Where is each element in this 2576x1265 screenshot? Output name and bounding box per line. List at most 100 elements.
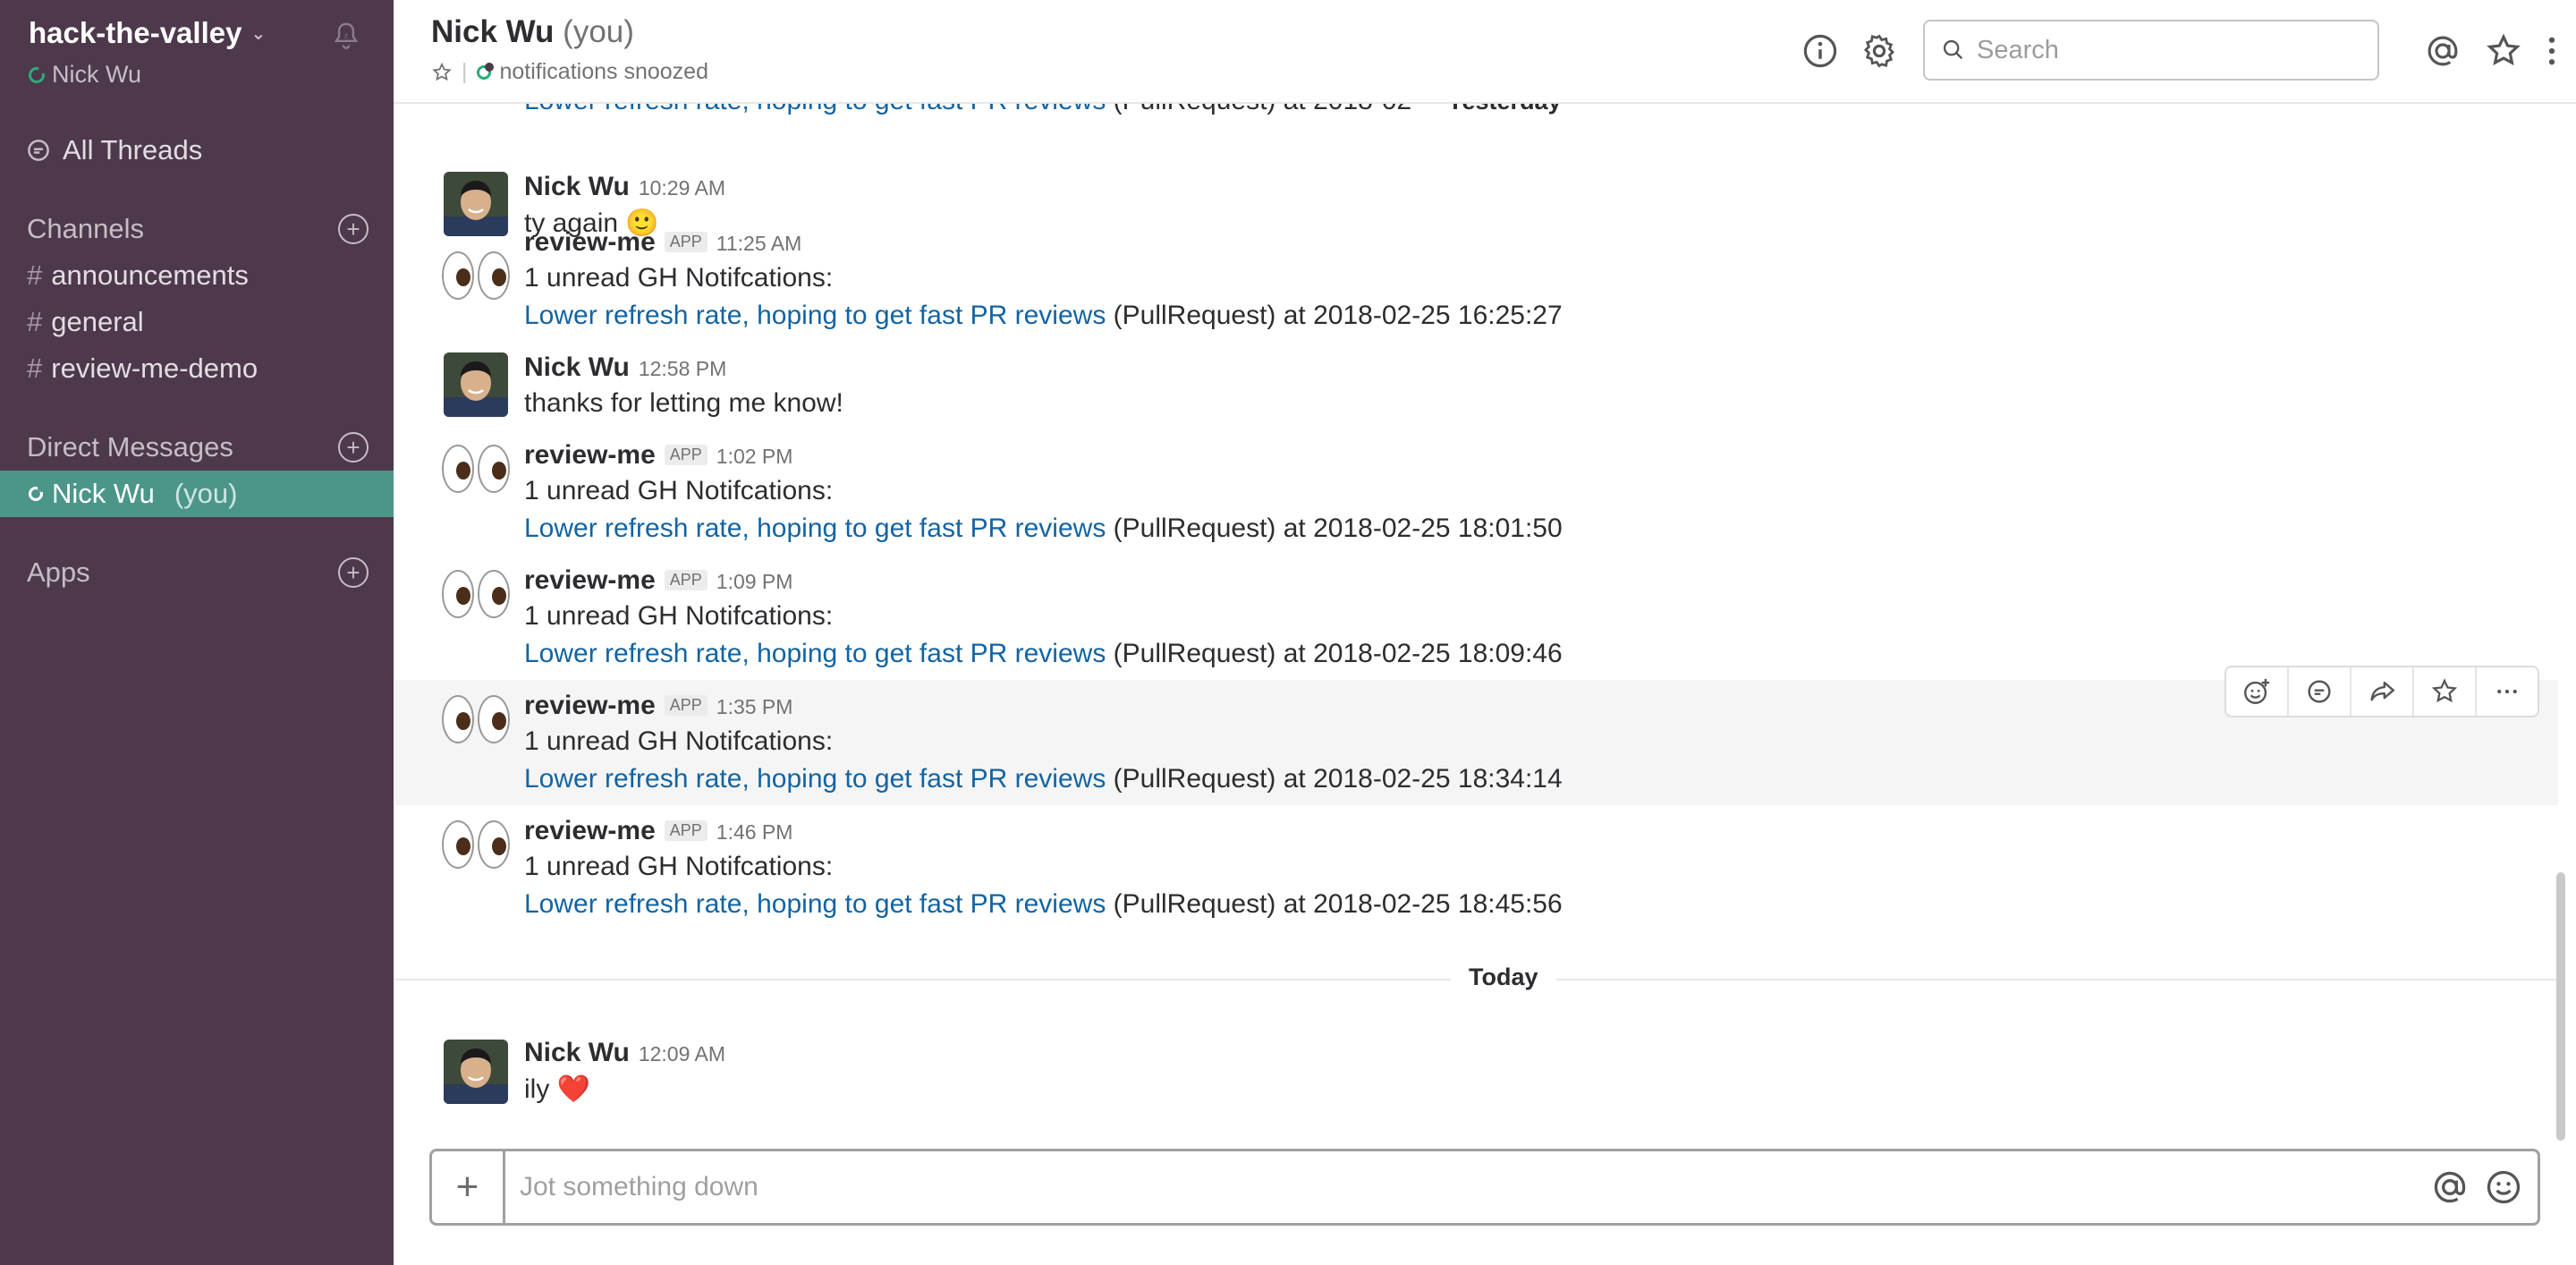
sidebar-item-label: All Threads [63, 134, 203, 166]
pr-link[interactable]: Lower refresh rate, hoping to get fast P… [524, 639, 1106, 668]
channel-subtitle: | notifications snoozed [431, 59, 708, 85]
plus-icon: + [455, 1165, 479, 1209]
message-rest: (PullRequest) at 2018-02- [1114, 104, 1421, 115]
gear-icon[interactable] [1860, 32, 1898, 70]
info-icon[interactable] [1801, 32, 1839, 70]
sidebar-item-announcements[interactable]: # announcements [27, 259, 249, 292]
sidebar-item-review-me-demo[interactable]: # review-me-demo [27, 352, 258, 385]
presence-snoozed-icon [29, 64, 47, 83]
message-text: 1 unread GH Notifcations: [524, 601, 834, 631]
star-icon[interactable] [431, 62, 453, 83]
star-icon[interactable] [2485, 32, 2522, 70]
eyes-avatar-icon[interactable] [440, 692, 512, 746]
eyes-avatar-icon[interactable] [440, 818, 512, 871]
pr-link[interactable]: Lower refresh rate, hoping to get fast P… [524, 514, 1106, 543]
sidebar-item-all-threads[interactable]: All Threads [25, 134, 202, 166]
message-text: Lower refresh rate, hoping to get fast P… [524, 889, 1563, 920]
message-author[interactable]: review-me [524, 440, 656, 471]
app-badge: APP [664, 445, 708, 465]
attach-button[interactable]: + [432, 1151, 505, 1223]
star-icon [2431, 678, 2458, 703]
message-author[interactable]: review-me [524, 227, 656, 258]
message-text: Lower refresh rate, hoping to get fast P… [524, 764, 1563, 794]
direct-messages-header[interactable]: Direct Messages [27, 431, 233, 463]
channel-label: announcements [51, 259, 249, 291]
current-user[interactable]: Nick Wu [29, 61, 141, 89]
message-author[interactable]: review-me [524, 691, 656, 721]
message-time[interactable]: 1:02 PM [716, 445, 793, 469]
message-time[interactable]: 1:35 PM [716, 695, 793, 719]
pr-link[interactable]: Lower refresh rate, hoping to get fast P… [524, 889, 1106, 919]
eyes-avatar-icon[interactable] [440, 442, 512, 496]
message-author[interactable]: Nick Wu [524, 1038, 630, 1068]
search-input[interactable]: Search [1923, 20, 2379, 81]
apps-header[interactable]: Apps [27, 556, 90, 589]
hash-icon: # [27, 259, 43, 291]
message-author[interactable]: review-me [524, 816, 656, 846]
message-list[interactable]: Lower refresh rate, hoping to get fast P… [394, 104, 2558, 1142]
avatar[interactable] [444, 352, 508, 417]
message-text: 1 unread GH Notifcations: [524, 476, 834, 505]
message-rest: (PullRequest) at 2018-02-25 18:09:46 [1113, 639, 1563, 668]
message-rest: (PullRequest) at 2018-02-25 18:01:50 [1113, 514, 1563, 543]
star-message-button[interactable] [2414, 667, 2477, 716]
current-user-name: Nick Wu [52, 61, 142, 88]
more-vertical-icon[interactable] [2533, 32, 2571, 70]
add-app-icon[interactable]: + [338, 557, 369, 588]
bell-snoozed-icon[interactable]: z [329, 20, 363, 54]
emoji-icon[interactable] [2484, 1167, 2523, 1207]
message-composer: + [429, 1149, 2540, 1226]
avatar[interactable] [444, 1040, 508, 1104]
message-time[interactable]: 11:25 AM [716, 232, 801, 256]
message-time[interactable]: 12:09 AM [639, 1042, 725, 1066]
title-name: Nick Wu [431, 14, 555, 49]
message-text: thanks for letting me know! [524, 388, 843, 418]
search-icon [1943, 39, 1963, 60]
channels-header[interactable]: Channels [27, 213, 144, 245]
message-body: ily [524, 1074, 550, 1104]
message-time[interactable]: 1:09 PM [716, 570, 793, 594]
add-channel-icon[interactable]: + [338, 214, 369, 244]
message-input[interactable] [505, 1151, 2430, 1223]
app-badge: APP [664, 570, 708, 590]
start-thread-button[interactable] [2289, 667, 2351, 716]
divider: | [462, 59, 468, 84]
add-dm-icon[interactable]: + [338, 432, 369, 463]
workspace-menu[interactable]: hack-the-valley ⌄ [29, 16, 266, 50]
pr-link[interactable]: Lower refresh rate, hoping to get fast P… [524, 764, 1106, 794]
status-text: notifications snoozed [499, 59, 708, 84]
message-time[interactable]: 10:29 AM [639, 176, 725, 200]
pr-link[interactable]: Lower refresh rate, hoping to get fast P… [524, 104, 1106, 115]
sidebar-item-dm-nick-wu[interactable]: Nick Wu (you) [0, 471, 394, 517]
message-text: 1 unread GH Notifcations: [524, 263, 834, 293]
message-header: review-me APP 1:35 PM [524, 691, 792, 721]
mentions-icon[interactable] [2424, 32, 2462, 70]
presence-snoozed-icon [476, 62, 494, 80]
heart-emoji-icon[interactable]: ❤️ [557, 1074, 590, 1104]
presence-snoozed-icon [29, 484, 46, 501]
eyes-avatar-icon[interactable] [440, 567, 512, 621]
dm-name: Nick Wu [52, 478, 155, 509]
threads-icon [28, 140, 49, 161]
scrollbar[interactable] [2556, 872, 2565, 1141]
message-author[interactable]: Nick Wu [524, 172, 630, 202]
search-placeholder: Search [1977, 35, 2059, 64]
channel-header: Nick Wu (you) | notifications snoozed Se… [394, 0, 2576, 104]
mention-icon[interactable] [2430, 1167, 2470, 1207]
message-author[interactable]: review-me [524, 565, 656, 596]
message-time[interactable]: 1:46 PM [716, 820, 793, 845]
message-text: Lower refresh rate, hoping to get fast P… [524, 514, 1563, 544]
message-author[interactable]: Nick Wu [524, 352, 630, 383]
message-header: Nick Wu 12:58 PM [524, 352, 726, 383]
sidebar-item-general[interactable]: # general [27, 306, 144, 338]
message-text: ily ❤️ [524, 1074, 590, 1105]
pr-link[interactable]: Lower refresh rate, hoping to get fast P… [524, 301, 1106, 330]
add-reaction-button[interactable] [2226, 667, 2289, 716]
more-actions-button[interactable] [2477, 667, 2538, 716]
share-button[interactable] [2351, 667, 2414, 716]
eyes-avatar-icon[interactable] [440, 249, 512, 302]
message[interactable]: Nick Wu 10:29 AM ty again 🙂 [394, 136, 2558, 238]
add-reaction-icon [2244, 678, 2270, 704]
message-time[interactable]: 12:58 PM [639, 357, 726, 381]
day-divider-yesterday: Yesterday [1429, 104, 1580, 115]
